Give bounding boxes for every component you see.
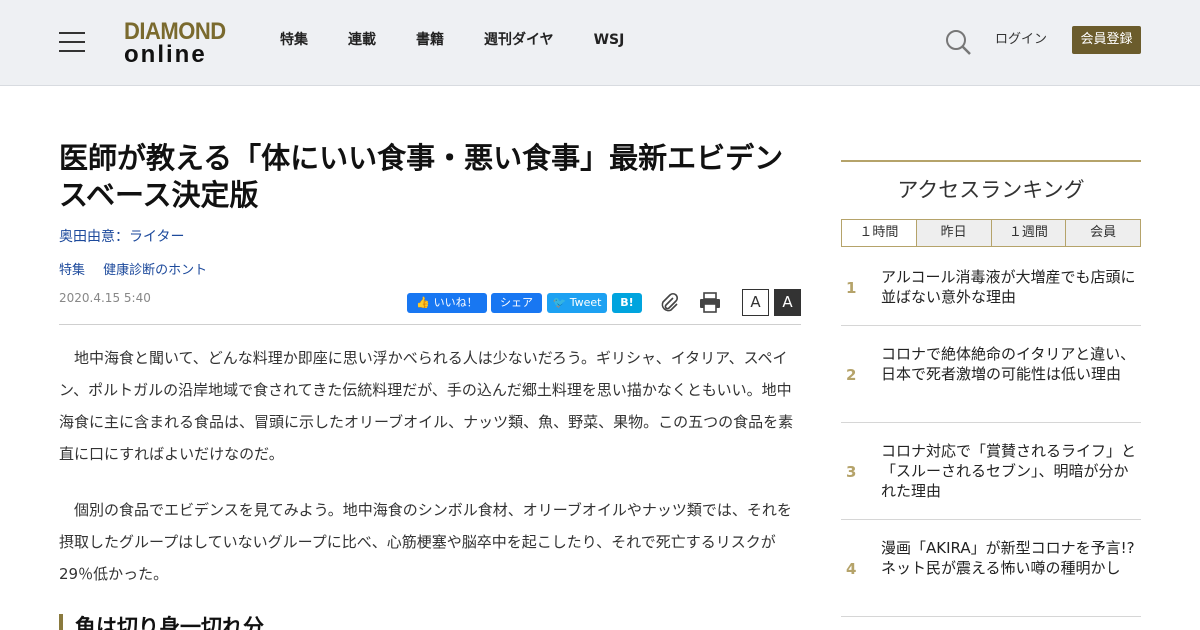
nav-item-wsj[interactable]: WSJ <box>594 30 625 50</box>
logo-line2: online <box>124 41 207 68</box>
rank-number: 1 <box>846 279 857 297</box>
article-title: 医師が教える「体にいい食事・悪い食事」最新エビデンスベース決定版 <box>59 141 784 212</box>
ranking-top-border <box>841 160 1141 162</box>
ranking-tabs: １時間 昨日 １週間 会員 <box>841 219 1141 247</box>
ranking-title: アクセスランキング <box>897 178 1085 202</box>
rank-headline: アルコール消毒液が大増産でも店頭に並ばない意外な理由 <box>881 268 1136 306</box>
rank-headline: コロナ対応で「賞賛されるライフ」と「スルーされるセブン」、明暗が分かれた理由 <box>881 442 1137 500</box>
site-logo[interactable]: DIAMOND online <box>124 16 228 68</box>
facebook-share-button[interactable]: シェア <box>491 293 542 313</box>
nav-item-weekly-diamond[interactable]: 週刊ダイヤ <box>484 30 554 50</box>
ranking-item[interactable]: 2 コロナで絶体絶命のイタリアと違い、日本で死者激増の可能性は低い理由 <box>841 326 1141 423</box>
search-icon[interactable] <box>944 28 972 56</box>
like-label: いいね！ <box>433 296 478 309</box>
tab-yesterday[interactable]: 昨日 <box>915 220 991 246</box>
nav-item-feature[interactable]: 特集 <box>280 30 308 50</box>
article-subheading: 魚は切り身一切れ分 <box>59 614 264 630</box>
main-nav: 特集 連載 書籍 週刊ダイヤ WSJ <box>280 30 664 50</box>
divider <box>59 324 801 325</box>
register-button[interactable]: 会員登録 <box>1072 26 1141 54</box>
font-size-normal-button[interactable]: A <box>742 289 769 316</box>
rank-headline: 漫画「AKIRA」が新型コロナを予言!?ネット民が震える怖い噂の種明かし <box>881 539 1135 577</box>
ranking-item[interactable]: 4 漫画「AKIRA」が新型コロナを予言!?ネット民が震える怖い噂の種明かし <box>841 520 1141 617</box>
article-tags: 特集 健康診断のホント <box>59 262 221 280</box>
article-paragraph: 個別の食品でエビデンスを見てみよう。地中海食のシンボル食材、オリーブオイルやナッ… <box>59 501 792 583</box>
publish-date: 2020.4.15 5:40 <box>59 291 151 305</box>
article-paragraph: 地中海食と聞いて、どんな料理か即座に思い浮かべられる人は少ないだろう。ギリシャ、… <box>59 349 794 463</box>
rank-headline: コロナで絶体絶命のイタリアと違い、日本で死者激増の可能性は低い理由 <box>881 345 1136 383</box>
logo-line1: DIAMOND <box>124 16 226 45</box>
paperclip-icon[interactable] <box>658 291 680 313</box>
tag-health-checkup[interactable]: 健康診断のホント <box>103 263 207 278</box>
ranking-item[interactable]: 1 アルコール消毒液が大増産でも店頭に並ばない意外な理由 <box>841 251 1141 326</box>
tweet-label: Tweet <box>569 296 602 309</box>
rank-number: 4 <box>846 560 857 578</box>
tab-members[interactable]: 会員 <box>1065 220 1140 246</box>
print-icon[interactable] <box>699 291 721 313</box>
hatena-bookmark-button[interactable]: B! <box>612 293 642 313</box>
nav-item-books[interactable]: 書籍 <box>416 30 444 50</box>
menu-icon[interactable] <box>59 32 85 52</box>
rank-number: 2 <box>846 366 857 384</box>
login-link[interactable]: ログイン <box>995 31 1047 49</box>
tab-1hour[interactable]: １時間 <box>842 220 916 246</box>
site-header: DIAMOND online 特集 連載 書籍 週刊ダイヤ WSJ ログイン 会… <box>0 0 1200 86</box>
ranking-item[interactable]: 3 コロナ対応で「賞賛されるライフ」と「スルーされるセブン」、明暗が分かれた理由 <box>841 423 1141 520</box>
nav-item-series[interactable]: 連載 <box>348 30 376 50</box>
tweet-button[interactable]: 🐦 Tweet <box>547 293 607 313</box>
author-link[interactable]: 奥田由意：ライター <box>59 228 184 246</box>
font-size-large-button[interactable]: A <box>774 289 801 316</box>
tab-1week[interactable]: １週間 <box>990 220 1066 246</box>
tag-feature[interactable]: 特集 <box>59 263 85 278</box>
facebook-like-button[interactable]: 👍 いいね！ <box>407 293 487 313</box>
rank-number: 3 <box>846 463 857 481</box>
